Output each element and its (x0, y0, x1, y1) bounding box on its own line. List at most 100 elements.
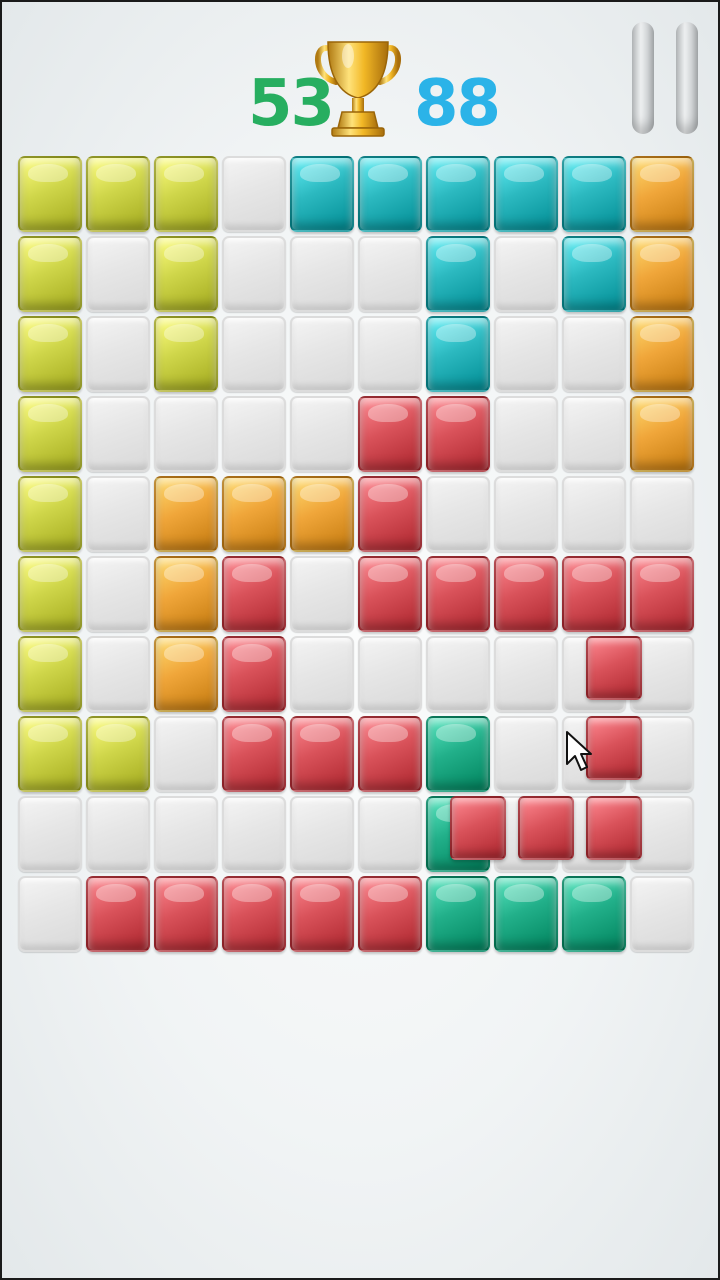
board-cell-filled[interactable] (630, 396, 694, 472)
board-cell-filled[interactable] (358, 556, 422, 632)
board-cell-filled[interactable] (154, 316, 218, 392)
board-cell-filled[interactable] (426, 236, 490, 312)
board-cell-filled[interactable] (426, 556, 490, 632)
board-cell-filled[interactable] (426, 716, 490, 792)
board-cell-empty[interactable] (18, 796, 82, 872)
board-cell-filled[interactable] (18, 156, 82, 232)
board-cell-filled[interactable] (154, 556, 218, 632)
board-cell-filled[interactable] (358, 156, 422, 232)
board-cell-filled[interactable] (358, 476, 422, 552)
board-cell-empty[interactable] (290, 636, 354, 712)
board-cell-empty[interactable] (494, 476, 558, 552)
board-cell-empty[interactable] (86, 556, 150, 632)
board-cell-filled[interactable] (630, 156, 694, 232)
board-cell-empty[interactable] (494, 716, 558, 792)
board-cell-empty[interactable] (222, 156, 286, 232)
board-cell-empty[interactable] (222, 316, 286, 392)
board-cell-filled[interactable] (494, 876, 558, 952)
board-cell-empty[interactable] (358, 316, 422, 392)
board-cell-empty[interactable] (562, 476, 626, 552)
board-cell-empty[interactable] (222, 796, 286, 872)
board-cell-empty[interactable] (358, 636, 422, 712)
board-cell-filled[interactable] (358, 396, 422, 472)
board-cell-filled[interactable] (18, 316, 82, 392)
board-cell-empty[interactable] (86, 636, 150, 712)
board-cell-filled[interactable] (562, 156, 626, 232)
board-cell-filled[interactable] (154, 476, 218, 552)
board-cell-filled[interactable] (154, 236, 218, 312)
board-cell-filled[interactable] (222, 876, 286, 952)
board-cell-empty[interactable] (562, 316, 626, 392)
board-cell-empty[interactable] (290, 236, 354, 312)
board-cell-filled[interactable] (18, 236, 82, 312)
board-cell-empty[interactable] (494, 316, 558, 392)
board-cell-empty[interactable] (86, 396, 150, 472)
board-cell-filled[interactable] (426, 396, 490, 472)
board-cell-filled[interactable] (630, 236, 694, 312)
board-cell-filled[interactable] (222, 556, 286, 632)
board-cell-filled[interactable] (290, 156, 354, 232)
board-cell-filled[interactable] (426, 316, 490, 392)
board-cell-empty[interactable] (494, 636, 558, 712)
board-cell-filled[interactable] (358, 716, 422, 792)
board-cell-filled[interactable] (494, 556, 558, 632)
board-cell-filled[interactable] (358, 876, 422, 952)
board-cell-empty[interactable] (86, 236, 150, 312)
board-cell-empty[interactable] (86, 796, 150, 872)
board-cell-filled[interactable] (222, 636, 286, 712)
board-cell-filled[interactable] (18, 636, 82, 712)
board-cell-filled[interactable] (86, 716, 150, 792)
board-cell-empty[interactable] (154, 796, 218, 872)
board-cell-empty[interactable] (18, 876, 82, 952)
board-cell-filled[interactable] (290, 476, 354, 552)
board-cell-filled[interactable] (562, 876, 626, 952)
dragged-piece-block[interactable] (586, 636, 642, 700)
board-cell-empty[interactable] (562, 396, 626, 472)
board-cell-filled[interactable] (630, 316, 694, 392)
board-cell-empty[interactable] (290, 396, 354, 472)
board-cell-empty[interactable] (154, 716, 218, 792)
board-cell-filled[interactable] (154, 876, 218, 952)
board-cell-empty[interactable] (426, 476, 490, 552)
board-cell-empty[interactable] (358, 236, 422, 312)
board-cell-filled[interactable] (154, 156, 218, 232)
board-cell-filled[interactable] (290, 716, 354, 792)
board-cell-empty[interactable] (86, 476, 150, 552)
board-cell-empty[interactable] (86, 316, 150, 392)
board-cell-filled[interactable] (562, 556, 626, 632)
board-cell-filled[interactable] (222, 476, 286, 552)
board-cell-empty[interactable] (358, 796, 422, 872)
board-cell-filled[interactable] (426, 876, 490, 952)
board-cell-filled[interactable] (222, 716, 286, 792)
board-cell-empty[interactable] (222, 396, 286, 472)
board-cell-empty[interactable] (154, 396, 218, 472)
board-cell-empty[interactable] (290, 316, 354, 392)
board-cell-filled[interactable] (562, 236, 626, 312)
dragged-piece-block[interactable] (450, 796, 506, 860)
dragged-piece-block[interactable] (518, 796, 574, 860)
board-cell-empty[interactable] (426, 636, 490, 712)
board-cell-filled[interactable] (290, 876, 354, 952)
dragged-piece-block[interactable] (586, 716, 642, 780)
board-cell-filled[interactable] (154, 636, 218, 712)
board-cell-empty[interactable] (630, 476, 694, 552)
board-cell-empty[interactable] (630, 876, 694, 952)
board-cell-empty[interactable] (290, 796, 354, 872)
board-cell-filled[interactable] (18, 556, 82, 632)
board-cell-empty[interactable] (222, 236, 286, 312)
board-cell-empty[interactable] (494, 236, 558, 312)
best-score: 88 (414, 67, 501, 141)
board-cell-filled[interactable] (18, 716, 82, 792)
board-cell-filled[interactable] (18, 476, 82, 552)
board-cell-filled[interactable] (18, 396, 82, 472)
dragged-piece-block[interactable] (586, 796, 642, 860)
pause-button[interactable] (628, 22, 704, 138)
board-cell-filled[interactable] (426, 156, 490, 232)
board-cell-empty[interactable] (494, 396, 558, 472)
board-cell-filled[interactable] (494, 156, 558, 232)
board-cell-filled[interactable] (86, 876, 150, 952)
pause-icon-bar-right (676, 22, 698, 134)
board-cell-filled[interactable] (86, 156, 150, 232)
board-cell-filled[interactable] (630, 556, 694, 632)
board-cell-empty[interactable] (290, 556, 354, 632)
